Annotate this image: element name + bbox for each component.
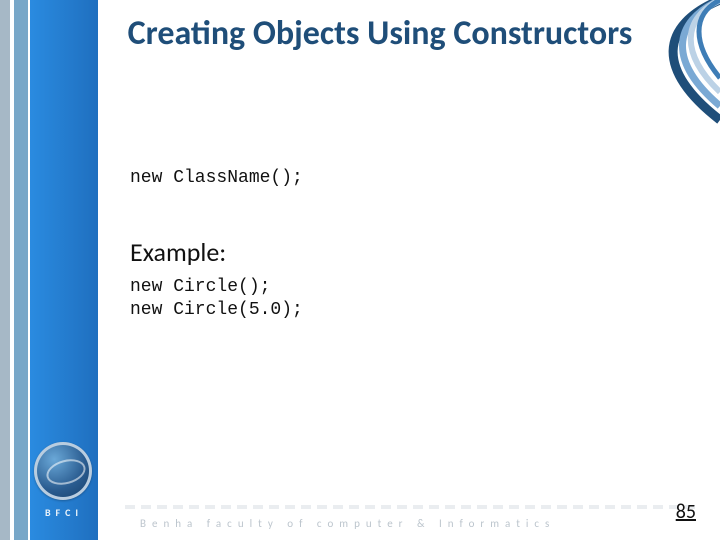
slide: Creating Objects Using Constructors new … (0, 0, 720, 540)
footer-divider (125, 505, 700, 509)
slide-title: Creating Objects Using Constructors (120, 14, 640, 54)
example-code-line-2: new Circle(5.0); (130, 300, 303, 320)
footer-brand: BFCI (28, 506, 100, 519)
institution-logo-icon (34, 442, 92, 500)
footer-text: Benha faculty of computer & Informatics (140, 517, 555, 530)
example-code-line-1: new Circle(); (130, 277, 270, 297)
decoration-stripe-2 (14, 0, 28, 540)
page-number: 85 (676, 500, 696, 524)
decoration-stripe-1 (0, 0, 10, 540)
example-heading: Example: (130, 236, 226, 268)
example-code-block: new Circle(); new Circle(5.0); (130, 276, 303, 321)
syntax-code: new ClassName(); (130, 168, 303, 188)
